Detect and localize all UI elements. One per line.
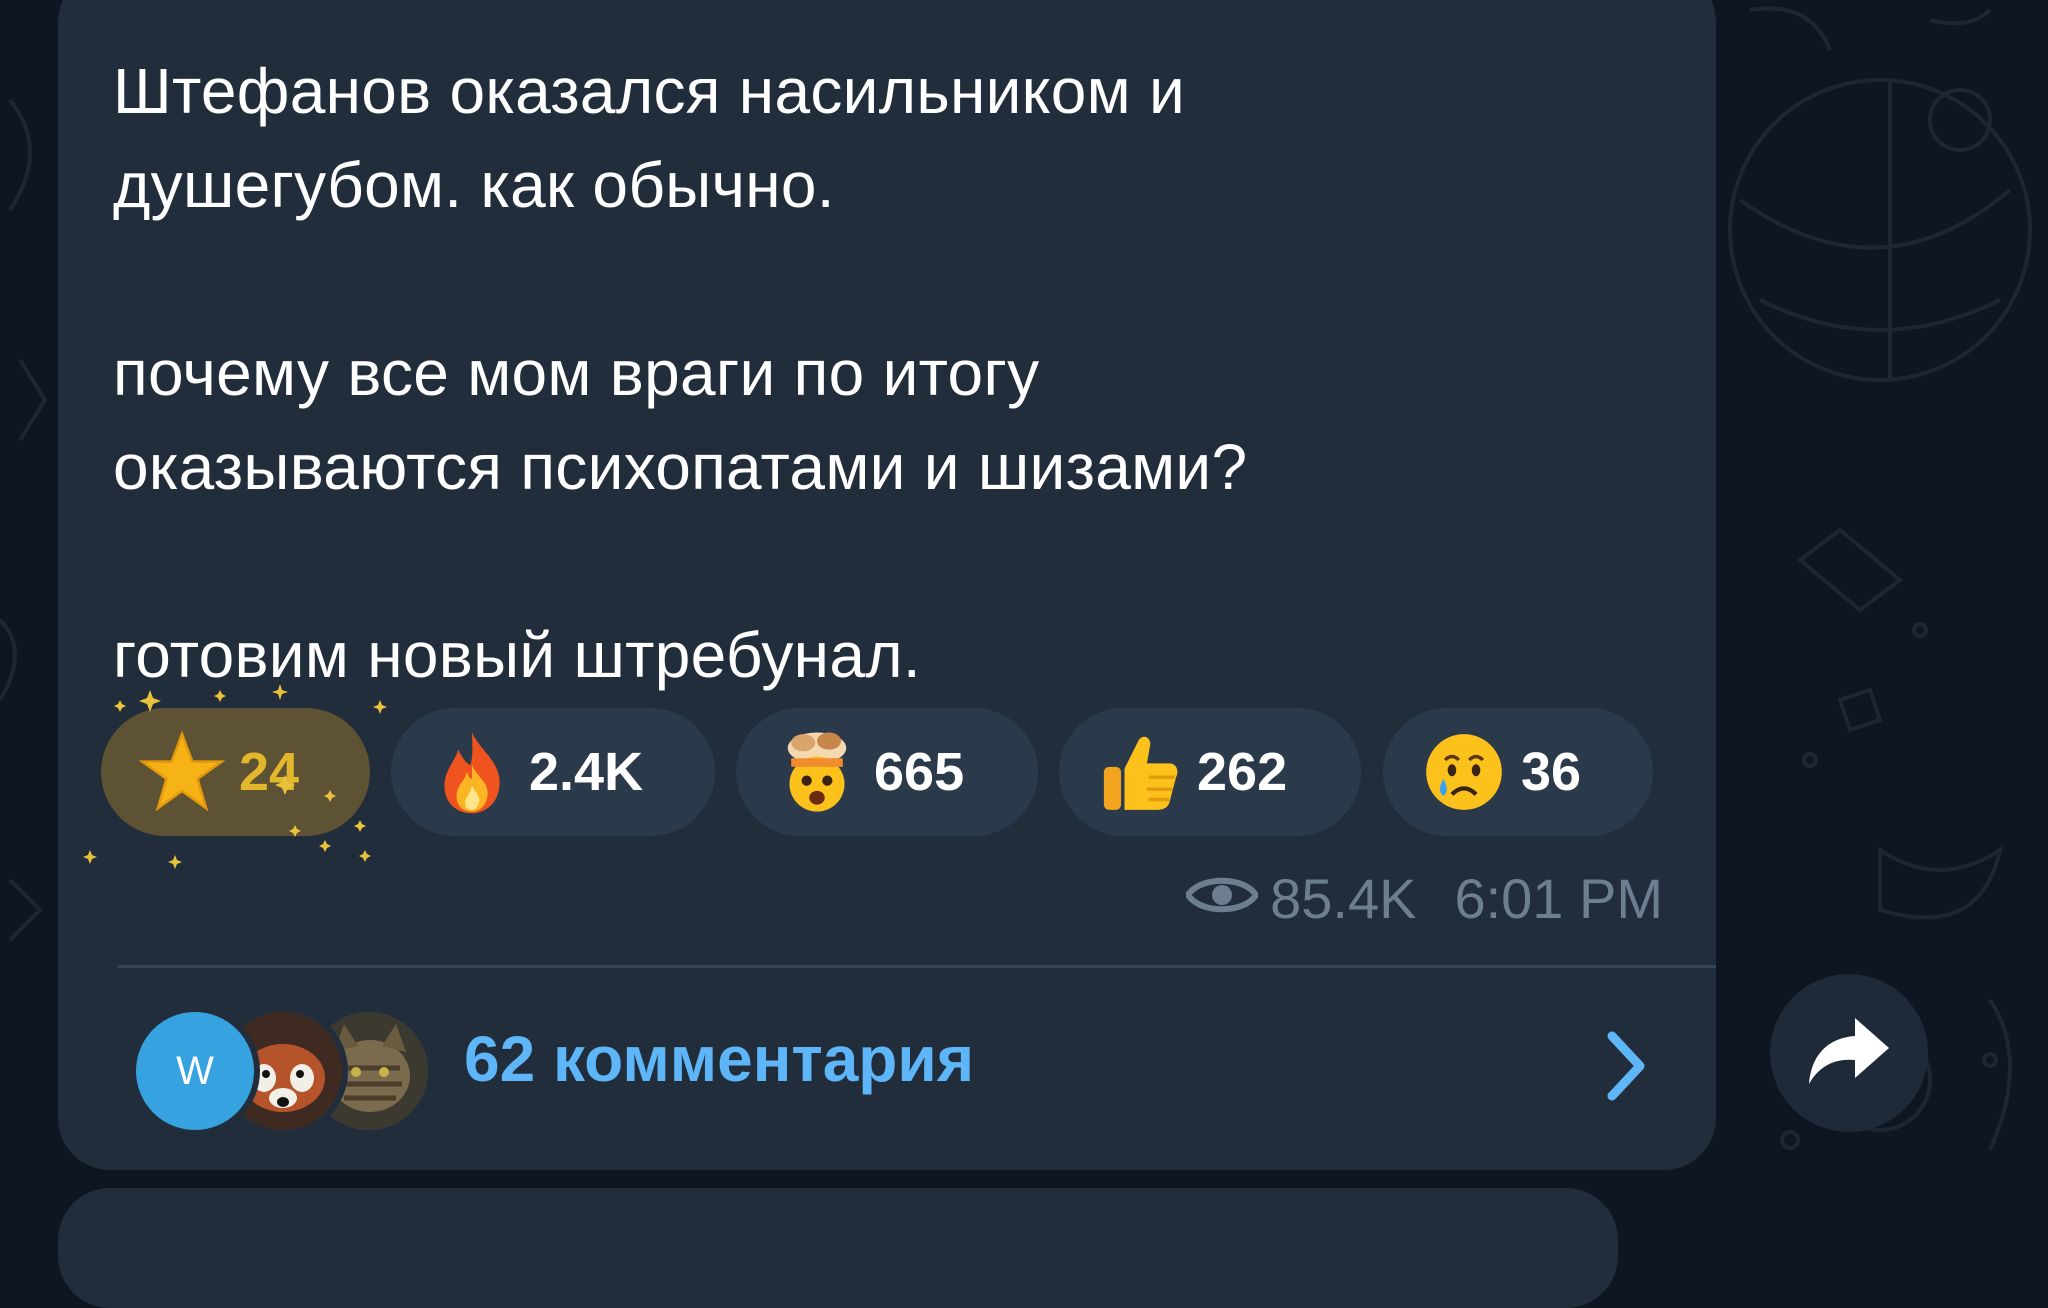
next-message-bubble [58,1188,1618,1308]
star-icon [139,729,225,815]
chevron-right-icon [1604,1030,1648,1107]
message-time: 6:01 PM [1454,867,1663,930]
reaction-count: 36 [1521,742,1582,802]
comments-divider [118,965,1716,968]
view-count: 85.4K [1270,867,1417,930]
reaction-fire[interactable]: 2.4K [391,708,715,836]
reaction-count: 665 [874,742,965,802]
message-meta: 85.4K 6:01 PM [1184,866,1663,931]
reaction-exploding-head[interactable]: 665 [736,708,1038,836]
crying-face-icon [1421,729,1507,815]
avatar: W [130,1006,260,1136]
reaction-thumbs-up[interactable]: 262 [1059,708,1361,836]
thumbs-up-icon [1097,729,1183,815]
avatar-initial: W [176,1048,214,1093]
reaction-crying-face[interactable]: 36 [1383,708,1653,836]
comments-count-label: 62 комментария [464,1023,975,1095]
exploding-head-icon [774,729,860,815]
fire-icon [429,729,515,815]
message-text: Штефанов оказался насильником и душегубо… [113,55,1248,691]
share-arrow-icon [1807,1016,1891,1091]
eye-icon [1184,866,1260,931]
reaction-count: 2.4K [529,742,644,802]
comments-button[interactable]: W 62 комментария [58,970,1716,1160]
reaction-count: 24 [239,742,300,802]
share-button[interactable] [1770,974,1928,1132]
reaction-count: 262 [1197,742,1288,802]
reaction-star[interactable]: 24 [101,708,370,836]
